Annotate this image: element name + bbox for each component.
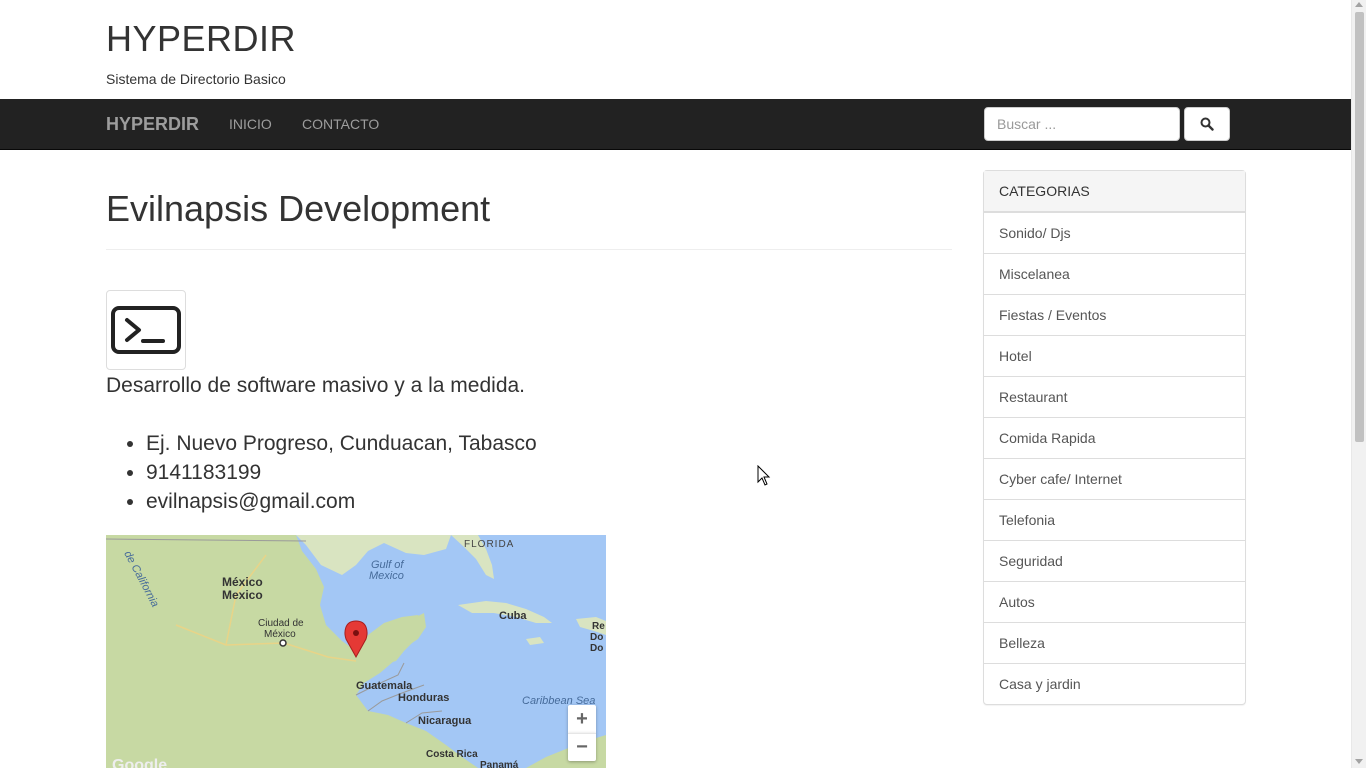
listing-info-list: Ej. Nuevo Progreso, Cunduacan, Tabasco 9… <box>146 431 537 518</box>
map-zoom-in-button[interactable]: + <box>568 705 596 733</box>
listing-address: Ej. Nuevo Progreso, Cunduacan, Tabasco <box>146 431 537 460</box>
listing-phone: 9141183199 <box>146 460 537 489</box>
scroll-down-arrow-icon[interactable] <box>1355 759 1363 764</box>
map-label-costa-rica: Costa Rica <box>426 749 478 760</box>
map-label-mexico: México <box>222 575 263 589</box>
map-label-ciudad-2: México <box>264 629 296 640</box>
navbar: HYPERDIR INICIO CONTACTO <box>0 99 1351 150</box>
scrollbar-thumb[interactable] <box>1355 12 1364 442</box>
sidebar-item-hotel[interactable]: Hotel <box>984 335 1245 376</box>
map-label-guatemala: Guatemala <box>356 680 413 692</box>
map-label-do-2: Do <box>590 643 604 654</box>
divider <box>106 249 952 250</box>
terminal-icon <box>111 306 181 354</box>
map-label-panama: Panamá <box>480 760 519 768</box>
listing-description: Desarrollo de software masivo y a la med… <box>106 374 526 397</box>
map-label-gulf-2: Mexico <box>369 570 404 582</box>
sidebar-item-sonido[interactable]: Sonido/ Djs <box>984 212 1245 253</box>
sidebar-item-seguridad[interactable]: Seguridad <box>984 540 1245 581</box>
listing-logo <box>106 290 186 370</box>
categories-heading: CATEGORIAS <box>984 171 1245 212</box>
search-icon <box>1200 117 1214 131</box>
google-logo: Google <box>112 757 168 768</box>
map-label-cuba: Cuba <box>499 610 527 622</box>
categories-panel: CATEGORIAS Sonido/ Djs Miscelanea Fiesta… <box>983 170 1246 705</box>
listing-title: Evilnapsis Development <box>106 188 491 229</box>
map-label-ciudad: Ciudad de <box>258 618 304 629</box>
sidebar-item-belleza[interactable]: Belleza <box>984 622 1245 663</box>
listing-email: evilnapsis@gmail.com <box>146 489 537 518</box>
map-label-honduras: Honduras <box>398 692 450 704</box>
map-label-do: Do <box>590 632 604 643</box>
map-label-nicaragua: Nicaragua <box>418 715 472 727</box>
navbar-brand[interactable]: HYPERDIR <box>106 114 199 135</box>
map-zoom-out-button[interactable]: − <box>568 733 596 761</box>
map-label-re: Re <box>592 621 605 632</box>
page-scrollbar[interactable] <box>1351 0 1366 768</box>
sidebar-item-autos[interactable]: Autos <box>984 581 1245 622</box>
map-label-mexico-2: Mexico <box>222 588 263 602</box>
map-land <box>106 535 606 768</box>
nav-link-contacto[interactable]: CONTACTO <box>302 116 379 132</box>
sidebar-item-cyber-cafe[interactable]: Cyber cafe/ Internet <box>984 458 1245 499</box>
sidebar-item-miscelanea[interactable]: Miscelanea <box>984 253 1245 294</box>
search-button[interactable] <box>1184 107 1230 141</box>
site-subtitle: Sistema de Directorio Basico <box>106 71 286 87</box>
location-map[interactable]: Gulf of Mexico FLORIDA México Mexico Ciu… <box>106 535 606 768</box>
sidebar-item-restaurant[interactable]: Restaurant <box>984 376 1245 417</box>
nav-link-inicio[interactable]: INICIO <box>229 116 272 132</box>
site-title: HYPERDIR <box>106 18 297 59</box>
search-input[interactable] <box>984 107 1180 141</box>
sidebar-item-fiestas[interactable]: Fiestas / Eventos <box>984 294 1245 335</box>
sidebar-item-casa-jardin[interactable]: Casa y jardin <box>984 663 1245 704</box>
sidebar-item-telefonia[interactable]: Telefonia <box>984 499 1245 540</box>
scroll-up-arrow-icon[interactable] <box>1355 2 1363 7</box>
map-label-florida: FLORIDA <box>464 539 515 550</box>
mouse-cursor-icon <box>757 465 771 486</box>
sidebar-item-comida-rapida[interactable]: Comida Rapida <box>984 417 1245 458</box>
site-header: HYPERDIR Sistema de Directorio Basico <box>0 0 1351 99</box>
